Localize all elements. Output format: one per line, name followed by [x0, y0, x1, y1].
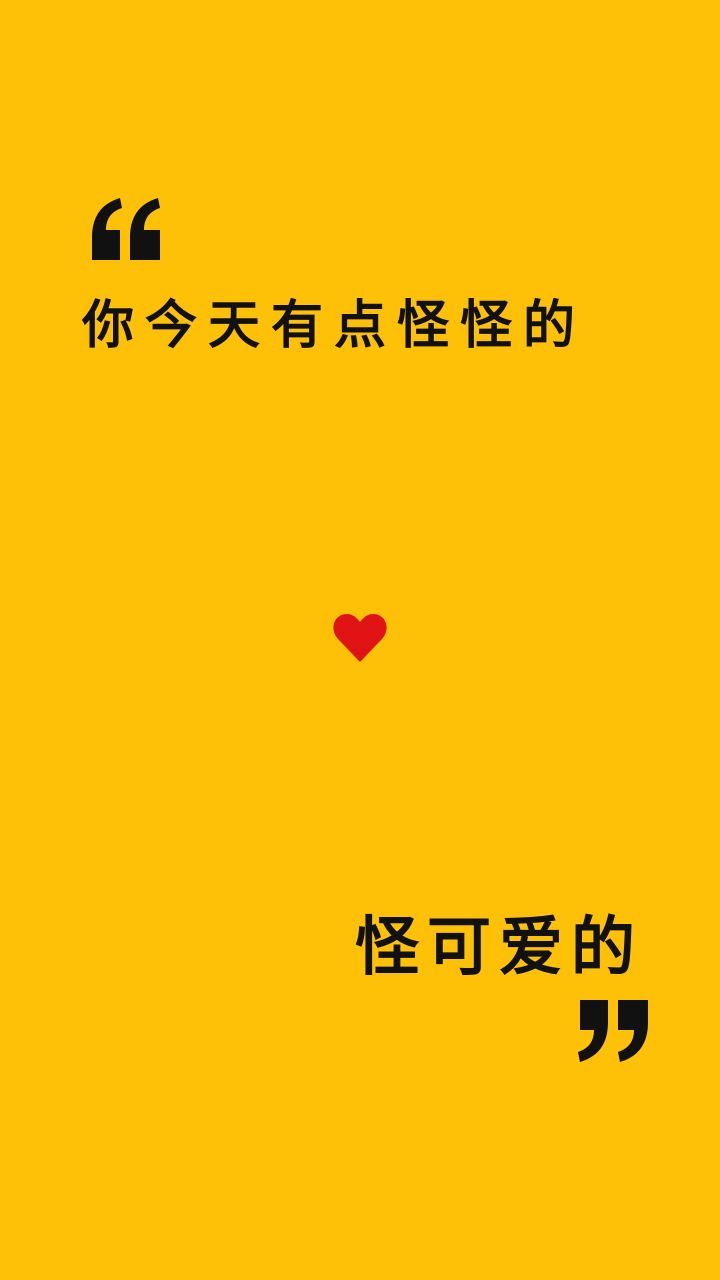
quote-line-two: 怪可爱的	[355, 911, 643, 985]
open-quote-icon	[92, 198, 160, 260]
heart-icon	[333, 614, 387, 662]
quote-line-one: 你今天有点怪怪的	[82, 296, 587, 356]
close-quote-icon	[578, 1000, 648, 1062]
wallpaper-canvas: 你今天有点怪怪的 怪可爱的	[0, 0, 720, 1280]
